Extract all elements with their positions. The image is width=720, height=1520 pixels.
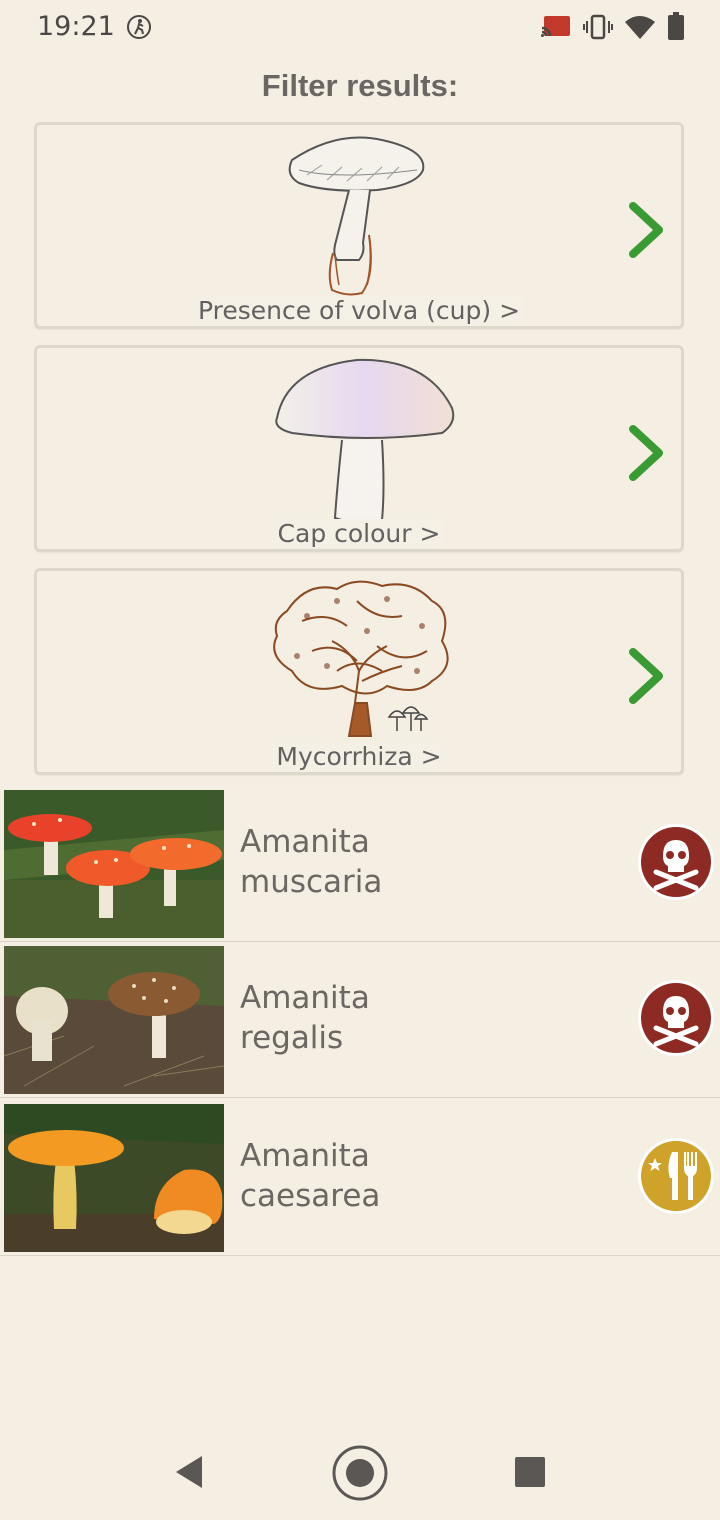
species-epithet: caesarea xyxy=(240,1178,381,1214)
species-genus: Amanita xyxy=(240,980,370,1016)
species-epithet: regalis xyxy=(240,1020,344,1056)
status-time: 19:21 xyxy=(37,11,115,42)
species-name: Amanita muscaria xyxy=(240,822,600,902)
vibrate-icon xyxy=(583,14,613,40)
species-photo xyxy=(4,1104,224,1252)
chevron-right-icon xyxy=(629,202,663,258)
species-row-amanita-regalis[interactable]: Amanita regalis xyxy=(0,942,720,1098)
species-genus: Amanita xyxy=(240,824,370,860)
recents-button[interactable] xyxy=(514,1456,546,1488)
filter-volva-card[interactable]: Presence of volva (cup) > xyxy=(34,122,684,329)
species-epithet: muscaria xyxy=(240,864,383,900)
species-name: Amanita regalis xyxy=(240,978,600,1058)
battery-icon xyxy=(668,12,684,40)
species-row-amanita-caesarea[interactable]: Amanita caesarea xyxy=(0,1100,720,1256)
back-button[interactable] xyxy=(172,1454,206,1490)
poisonous-skull-icon xyxy=(638,980,714,1056)
page-title: Filter results: xyxy=(261,68,459,103)
species-photo xyxy=(4,946,224,1094)
chevron-right-icon xyxy=(629,648,663,704)
wifi-icon xyxy=(625,16,655,39)
chevron-right-icon xyxy=(629,425,663,481)
accessibility-icon xyxy=(127,15,151,39)
home-button[interactable] xyxy=(331,1444,389,1502)
cast-icon xyxy=(541,16,570,37)
filter-mycorrhiza-card[interactable]: Mycorrhiza > xyxy=(34,568,684,775)
species-genus: Amanita xyxy=(240,1138,370,1174)
poisonous-skull-icon xyxy=(638,824,714,900)
species-photo xyxy=(4,790,224,938)
navigation-bar xyxy=(0,1420,720,1520)
filter-label: Cap colour > xyxy=(273,519,445,548)
species-name: Amanita caesarea xyxy=(240,1136,600,1216)
status-bar: 19:21 xyxy=(0,0,720,54)
filter-label: Presence of volva (cup) > xyxy=(193,296,525,325)
edible-cutlery-star-icon xyxy=(638,1138,714,1214)
filter-label: Mycorrhiza > xyxy=(272,742,446,771)
species-row-amanita-muscaria[interactable]: Amanita muscaria xyxy=(0,786,720,942)
filter-cap-colour-card[interactable]: Cap colour > xyxy=(34,345,684,552)
